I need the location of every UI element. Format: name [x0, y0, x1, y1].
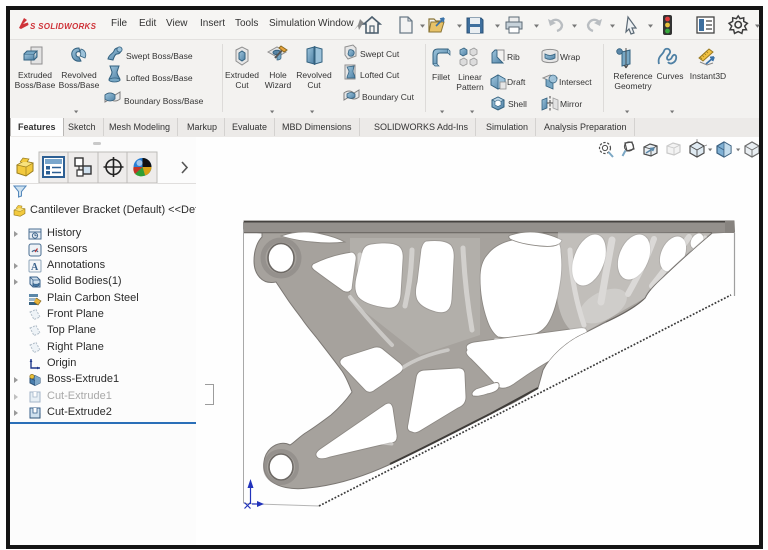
svg-text:S SOLIDWORKS: S SOLIDWORKS — [30, 22, 97, 31]
svg-text:A: A — [31, 262, 39, 273]
